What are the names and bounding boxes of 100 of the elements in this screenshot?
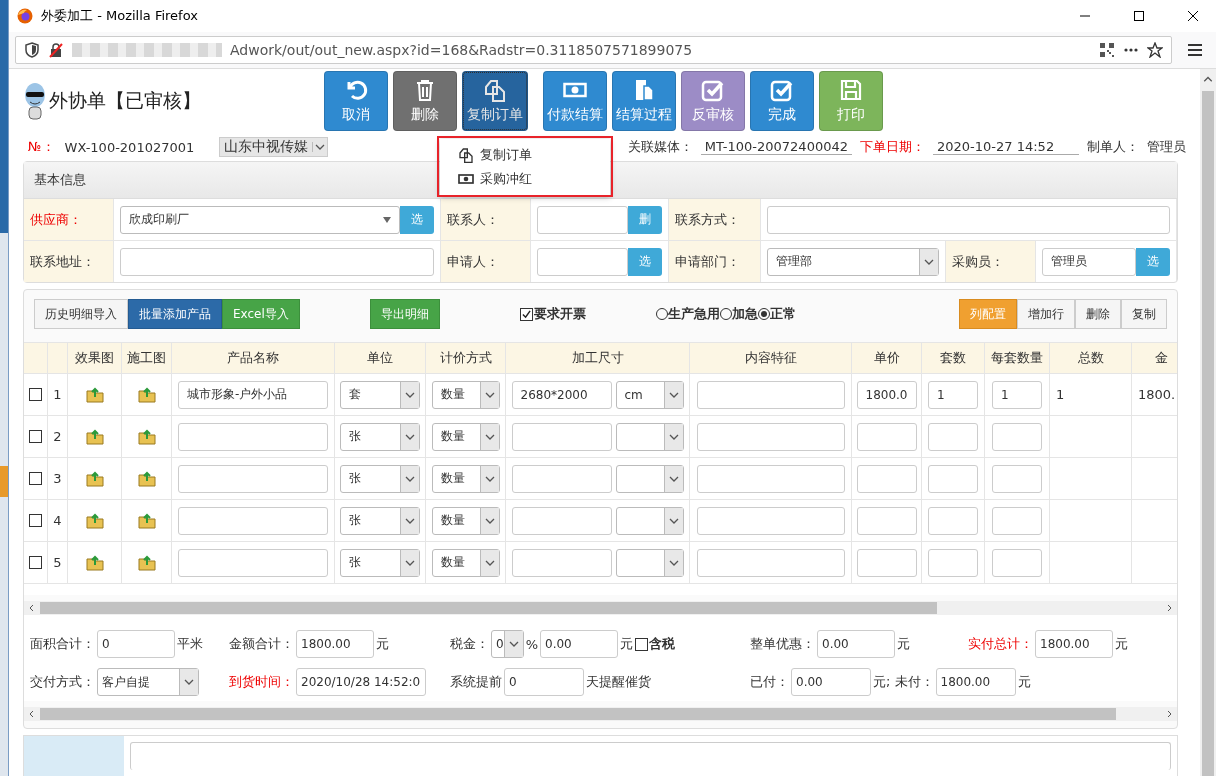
row-checkbox[interactable] <box>29 514 42 527</box>
input-field[interactable]: 0.00 <box>540 630 618 658</box>
action-button[interactable]: 删除 <box>1075 299 1121 329</box>
pricing-select[interactable]: 数量 <box>431 506 500 535</box>
action-button[interactable]: 批量添加产品 <box>128 299 222 329</box>
price-field[interactable] <box>856 422 917 451</box>
input-field[interactable]: 0 <box>504 668 584 696</box>
input-field[interactable]: 管理员 <box>1042 247 1136 276</box>
scroll-right-icon[interactable] <box>1165 710 1173 718</box>
price-field[interactable]: 1800.0 <box>856 380 917 409</box>
input-field[interactable] <box>120 247 434 276</box>
unit-select[interactable]: 张 <box>340 548 420 577</box>
product-name-field[interactable] <box>178 422 328 451</box>
size-field[interactable] <box>511 506 612 535</box>
toolbar-button[interactable]: 付款结算 <box>543 71 607 131</box>
unit-select[interactable]: 张 <box>340 506 420 535</box>
input-field[interactable]: 0.00 <box>817 630 895 658</box>
price-field[interactable] <box>856 506 917 535</box>
row-checkbox[interactable] <box>29 430 42 443</box>
size-field[interactable] <box>511 464 612 493</box>
product-name-field[interactable] <box>178 506 328 535</box>
dropdown-select[interactable]: 管理部 <box>767 247 939 276</box>
content-field[interactable] <box>696 506 845 535</box>
per-set-field[interactable]: 1 <box>992 380 1042 409</box>
checkbox[interactable] <box>519 307 533 321</box>
scroll-right-icon[interactable] <box>1165 604 1173 612</box>
input-field[interactable] <box>537 247 628 276</box>
menu-icon[interactable] <box>1186 42 1204 58</box>
input-field[interactable]: 0 <box>97 630 175 658</box>
content-field[interactable] <box>696 464 845 493</box>
row-checkbox[interactable] <box>29 472 42 485</box>
horizontal-scrollbar[interactable] <box>24 707 1177 721</box>
per-set-field[interactable] <box>992 506 1042 535</box>
input-field[interactable]: 1800.00 <box>296 630 374 658</box>
sets-field[interactable] <box>928 548 978 577</box>
action-button[interactable]: 历史明细导入 <box>34 299 128 329</box>
per-set-field[interactable] <box>992 548 1042 577</box>
content-field[interactable] <box>696 380 845 409</box>
size-field[interactable] <box>511 548 612 577</box>
toolbar-button[interactable]: 取消 <box>324 71 388 131</box>
datetime-field[interactable]: 2020/10/28 14:52:0 <box>296 668 426 696</box>
company-select[interactable]: 山东中视传媒 <box>218 137 328 157</box>
sets-field[interactable] <box>928 464 978 493</box>
content-field[interactable] <box>696 548 845 577</box>
row-checkbox[interactable] <box>29 388 42 401</box>
dropdown-select[interactable]: 客户自提 <box>97 668 199 696</box>
action-button[interactable]: 增加行 <box>1017 299 1075 329</box>
bookmark-star-icon[interactable] <box>1147 42 1163 58</box>
sets-field[interactable]: 1 <box>928 380 978 409</box>
toolbar-button[interactable]: 完成 <box>750 71 814 131</box>
supplier-select[interactable]: 欣成印刷厂 <box>120 205 400 234</box>
input-field[interactable]: 0.00 <box>791 668 871 696</box>
per-set-field[interactable] <box>992 422 1042 451</box>
product-name-field[interactable]: 城市形象-户外小品 <box>178 380 328 409</box>
input-field[interactable]: 1800.00 <box>1035 630 1113 658</box>
action-button[interactable]: 复制 <box>1121 299 1167 329</box>
size-unit-select[interactable] <box>615 464 684 493</box>
toolbar-button[interactable]: 删除 <box>393 71 457 131</box>
sets-field[interactable] <box>928 506 978 535</box>
address-bar[interactable]: Adwork/out/out_new.aspx?id=168&Radstr=0.3118507571899075 <box>15 36 1172 64</box>
horizontal-scrollbar[interactable] <box>24 601 1177 615</box>
menu-item[interactable]: 采购冲红 <box>458 170 610 188</box>
size-unit-select[interactable] <box>615 548 684 577</box>
toolbar-button[interactable]: 复制订单 <box>462 71 528 131</box>
pricing-select[interactable]: 数量 <box>431 380 500 409</box>
toolbar-button[interactable]: 结算过程 <box>612 71 676 131</box>
size-unit-select[interactable] <box>615 422 684 451</box>
sets-field[interactable] <box>928 422 978 451</box>
size-unit-select[interactable]: cm <box>615 380 684 409</box>
vertical-scrollbar[interactable] <box>1200 69 1216 776</box>
size-unit-select[interactable] <box>615 506 684 535</box>
unit-select[interactable]: 张 <box>340 422 420 451</box>
per-set-field[interactable] <box>992 464 1042 493</box>
column-header: 单价 <box>873 349 900 367</box>
input-field[interactable] <box>767 205 1170 234</box>
maximize-icon[interactable] <box>1133 10 1145 22</box>
caret-icon <box>479 423 499 450</box>
price-field[interactable] <box>856 548 917 577</box>
dropdown-select[interactable]: 0 <box>491 630 524 658</box>
scroll-left-icon[interactable] <box>28 710 36 718</box>
content-field[interactable] <box>696 422 845 451</box>
size-field[interactable]: 2680*2000 <box>511 380 612 409</box>
qr-code-icon[interactable] <box>1099 42 1115 58</box>
checkbox[interactable] <box>635 637 648 651</box>
product-name-field[interactable] <box>178 548 328 577</box>
product-name-field[interactable] <box>178 464 328 493</box>
pricing-select[interactable]: 数量 <box>431 548 500 577</box>
input-field[interactable] <box>537 205 628 234</box>
row-checkbox[interactable] <box>29 556 42 569</box>
pricing-select[interactable]: 数量 <box>431 464 500 493</box>
pricing-select[interactable]: 数量 <box>431 422 500 451</box>
price-field[interactable] <box>856 464 917 493</box>
unit-select[interactable]: 套 <box>340 380 420 409</box>
close-icon[interactable] <box>1187 10 1199 22</box>
menu-item[interactable]: 复制订单 <box>458 146 610 164</box>
scroll-left-icon[interactable] <box>28 604 36 612</box>
size-field[interactable] <box>511 422 612 451</box>
unit-select[interactable]: 张 <box>340 464 420 493</box>
text-area[interactable] <box>130 742 1171 770</box>
input-field[interactable]: 1800.00 <box>935 668 1016 696</box>
